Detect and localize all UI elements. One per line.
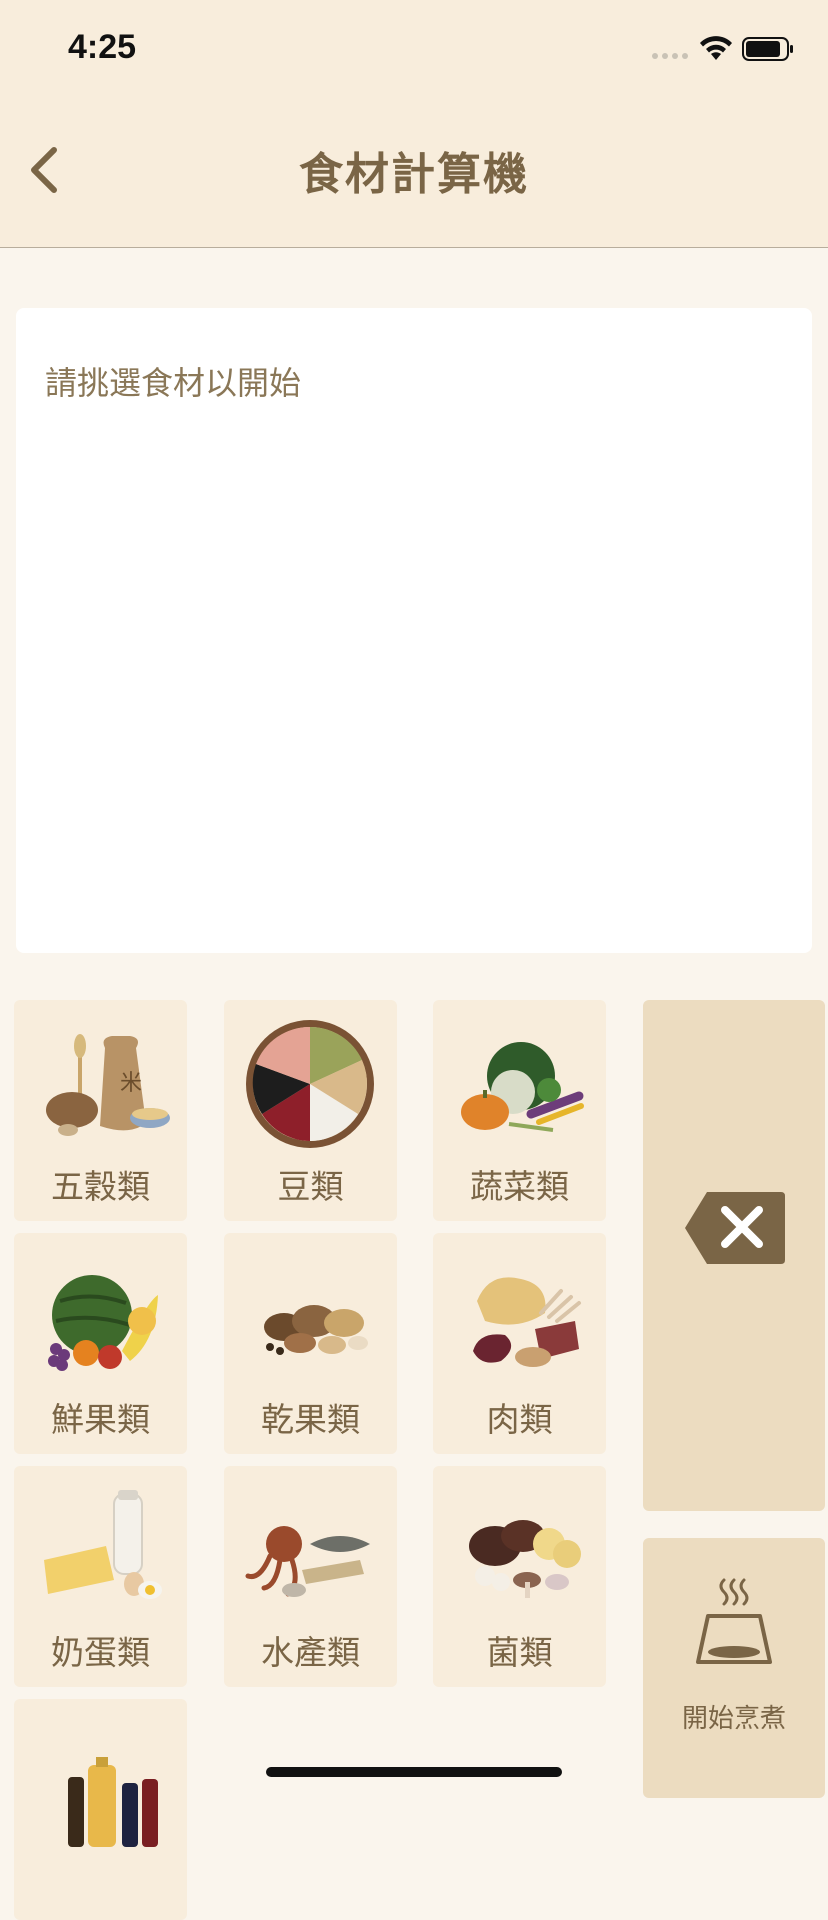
category-label: 奶蛋類 xyxy=(51,1633,150,1672)
delete-button[interactable] xyxy=(643,1000,825,1511)
home-indicator xyxy=(266,1767,562,1777)
selected-ingredients-panel: 請挑選食材以開始 xyxy=(16,308,812,953)
vegetables-icon xyxy=(461,1042,584,1132)
seafood-icon xyxy=(245,1526,370,1597)
cooking-pot-icon xyxy=(696,1578,772,1664)
start-cooking-button[interactable]: 開始烹煮 xyxy=(643,1538,825,1798)
category-label: 五穀類 xyxy=(51,1167,150,1206)
category-label: 乾果類 xyxy=(261,1400,360,1439)
category-label: 菌類 xyxy=(486,1633,553,1672)
page-title: 食材計算機 xyxy=(299,149,529,200)
svg-text:米: 米 xyxy=(120,1071,142,1096)
category-nuts[interactable]: 乾果類 xyxy=(224,1233,397,1454)
category-mushroom[interactable]: 菌類 xyxy=(433,1466,606,1687)
status-time: 4:25 xyxy=(68,28,137,66)
dairy-egg-icon xyxy=(44,1490,162,1599)
empty-placeholder: 請挑選食材以開始 xyxy=(45,364,302,402)
status-bar: 4:25 xyxy=(0,0,828,100)
category-condiments[interactable] xyxy=(14,1699,187,1920)
battery-icon xyxy=(742,37,793,61)
category-label: 蔬菜類 xyxy=(470,1167,569,1206)
category-grains[interactable]: 米 五穀類 xyxy=(14,1000,187,1221)
beans-icon xyxy=(246,1020,374,1148)
category-label: 肉類 xyxy=(486,1400,553,1439)
backspace-icon xyxy=(685,1192,785,1264)
wifi-icon xyxy=(700,36,732,60)
category-vegetables[interactable]: 蔬菜類 xyxy=(433,1000,606,1221)
mushroom-icon xyxy=(469,1520,581,1598)
fruits-icon xyxy=(48,1275,158,1371)
category-dairy-egg[interactable]: 奶蛋類 xyxy=(14,1466,187,1687)
cellular-signal-icon xyxy=(652,53,688,59)
category-meat[interactable]: 肉類 xyxy=(433,1233,606,1454)
category-seafood[interactable]: 水產類 xyxy=(224,1466,397,1687)
category-fruits[interactable]: 鮮果類 xyxy=(14,1233,187,1454)
category-label: 鮮果類 xyxy=(51,1400,150,1439)
navigation-bar: 食材計算機 xyxy=(0,100,828,248)
nuts-icon xyxy=(264,1305,368,1355)
category-label: 豆類 xyxy=(277,1167,344,1206)
grains-icon: 米 xyxy=(46,1034,170,1136)
condiments-icon xyxy=(68,1757,158,1847)
category-label: 水產類 xyxy=(261,1633,360,1672)
meat-icon xyxy=(473,1277,581,1367)
start-cooking-label: 開始烹煮 xyxy=(681,1704,786,1734)
category-beans[interactable]: 豆類 xyxy=(224,1000,397,1221)
